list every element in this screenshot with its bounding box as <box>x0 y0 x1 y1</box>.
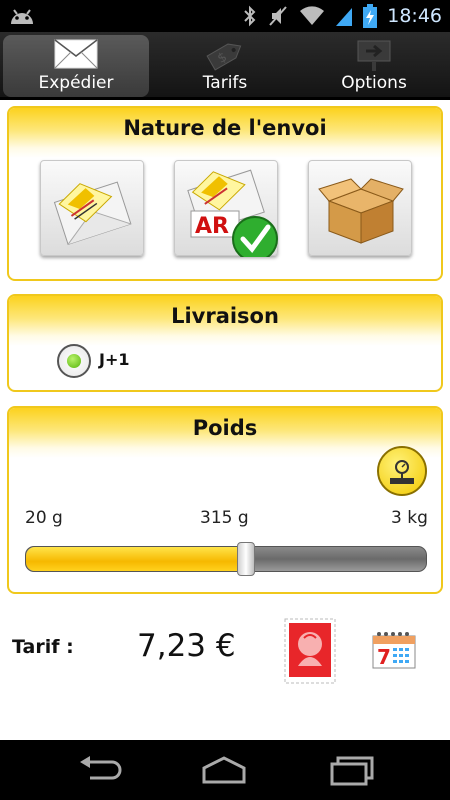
letter-option-button[interactable] <box>40 160 144 256</box>
weight-scale-icon <box>390 460 414 484</box>
tab-bar: Expédier $ Tarifs Options <box>0 32 450 100</box>
registered-letter-option-button[interactable]: AR <box>174 160 278 262</box>
stamp-button[interactable] <box>284 618 336 684</box>
mute-icon <box>269 6 287 26</box>
weight-slider-thumb[interactable] <box>237 542 255 576</box>
card-header: Poids <box>9 408 441 458</box>
price-tag-icon: $ <box>206 43 242 71</box>
navigation-bar <box>0 740 450 800</box>
livraison-title: Livraison <box>171 304 279 328</box>
delivery-radio-button[interactable] <box>57 344 91 378</box>
bluetooth-icon <box>244 5 256 27</box>
registered-letter-ar-icon: AR <box>187 169 278 262</box>
scale-button[interactable] <box>377 446 427 496</box>
letter-envelope-icon <box>53 181 132 245</box>
nature-card: Nature de l'envoi AR <box>7 106 443 281</box>
livraison-card: Livraison J+1 <box>7 294 443 392</box>
android-icon <box>11 9 33 24</box>
envelope-icon <box>54 39 98 69</box>
parcel-option-button[interactable] <box>308 160 412 256</box>
back-icon[interactable] <box>76 752 124 788</box>
poids-card: Poids 20 g 315 g 3 kg <box>7 406 443 594</box>
calendar-button[interactable]: 7 <box>371 630 417 670</box>
card-header: Livraison <box>9 296 441 346</box>
card-header: Nature de l'envoi <box>9 108 441 158</box>
parcel-box-icon <box>318 178 404 244</box>
recent-apps-icon[interactable] <box>328 752 376 788</box>
wifi-icon <box>300 6 325 25</box>
weight-slider[interactable] <box>25 542 427 576</box>
tab-label: Tarifs <box>202 73 248 93</box>
tab-tarifs[interactable]: $ Tarifs <box>152 35 298 97</box>
poids-title: Poids <box>192 416 258 440</box>
clock: 18:46 <box>387 5 442 27</box>
weight-max-label: 3 kg <box>391 508 428 528</box>
marianne-stamp-icon <box>284 618 336 684</box>
svg-text:7: 7 <box>377 645 391 669</box>
battery-charging-icon <box>363 4 378 28</box>
options-signpost-icon <box>357 40 391 71</box>
calendar-icon: 7 <box>372 632 416 669</box>
tab-label: Options <box>341 73 407 93</box>
weight-current-label: 315 g <box>200 508 249 528</box>
tab-expedier[interactable]: Expédier <box>3 35 149 97</box>
tab-label: Expédier <box>38 73 114 93</box>
home-icon[interactable] <box>200 752 248 788</box>
tarif-label: Tarif : <box>12 636 74 658</box>
nature-title: Nature de l'envoi <box>123 116 327 140</box>
tarif-value: 7,23 € <box>137 628 236 664</box>
delivery-option-label[interactable]: J+1 <box>99 350 130 369</box>
tab-options[interactable]: Options <box>301 35 447 97</box>
signal-icon <box>336 8 353 26</box>
weight-slider-fill <box>26 547 246 571</box>
radio-selected-dot <box>67 354 81 368</box>
weight-min-label: 20 g <box>25 508 63 528</box>
status-bar: 18:46 <box>0 0 450 32</box>
ar-badge: AR <box>195 214 229 239</box>
